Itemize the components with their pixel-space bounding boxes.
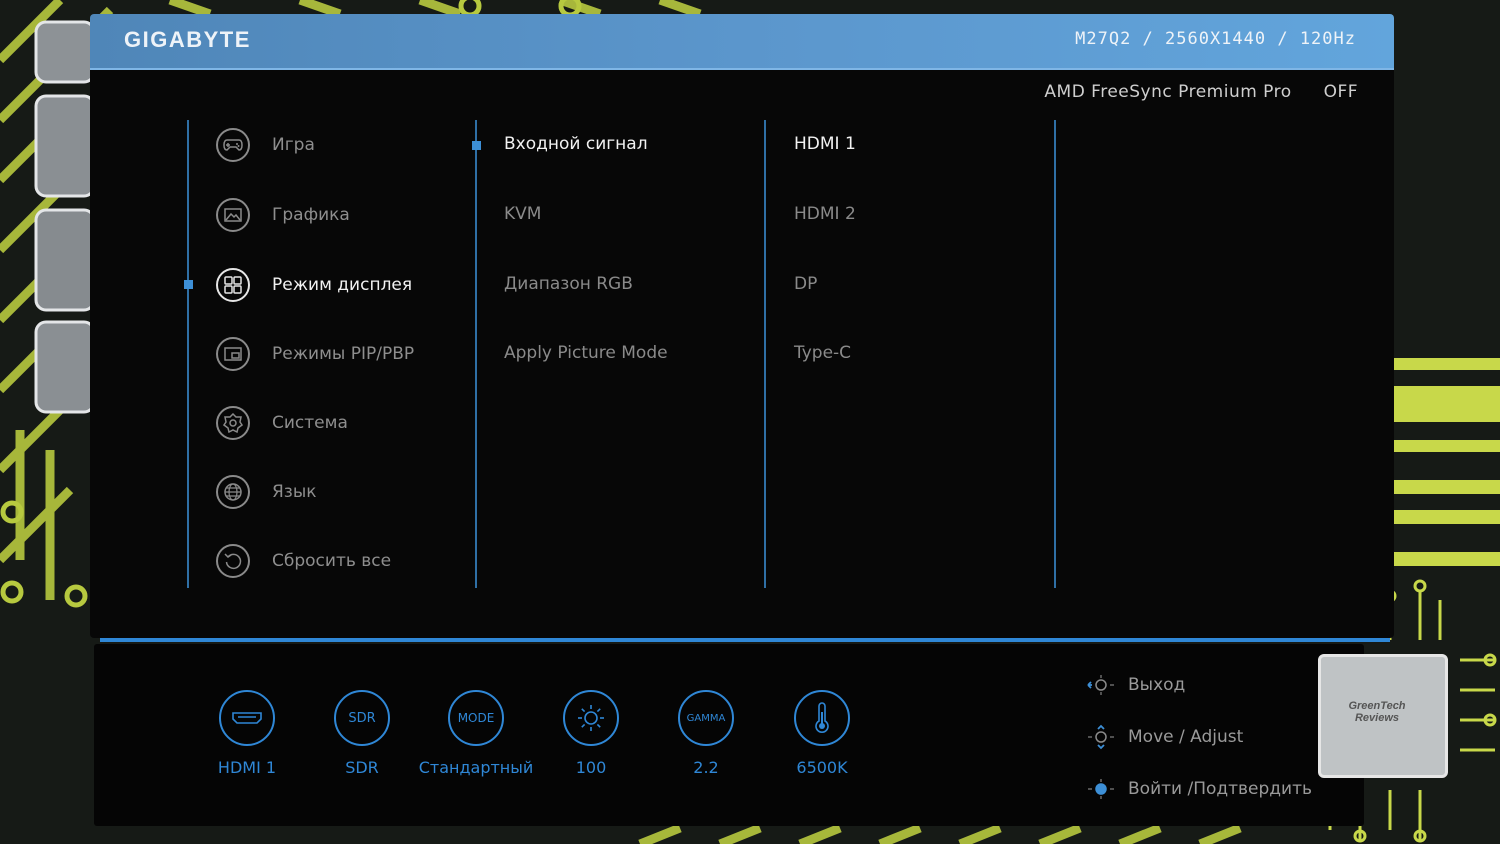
status-sdr-label: SDR (345, 758, 379, 777)
nav-hint-enter-confirm: Войти /Подтвердить (1086, 776, 1312, 802)
nav-hint-label: Войти /Подтвердить (1128, 779, 1313, 799)
model-info: M27Q2 / 2560X1440 / 120Hz (1075, 29, 1356, 49)
freesync-label: AMD FreeSync Premium Pro (1044, 82, 1292, 102)
menu-item-label: Сбросить все (272, 551, 392, 571)
column-divider (187, 120, 189, 588)
submenu-item-input-signal[interactable]: Входной сигнал (504, 134, 648, 154)
menu-item-reset-all[interactable]: Сбросить все (216, 544, 391, 578)
bottom-divider (100, 638, 1390, 642)
status-color-temp-label: 6500K (796, 758, 848, 777)
joystick-updown-icon (1088, 724, 1114, 750)
status-brightness: 100 (526, 690, 656, 777)
menu-item-pip-pbp[interactable]: Режимы PIP/PBP (216, 337, 414, 371)
submenu-selection-marker (472, 141, 481, 150)
thermometer-icon (794, 690, 850, 746)
status-picture-mode-label: Стандартный (418, 758, 534, 777)
brand-logo: GIGABYTE (124, 27, 251, 52)
pip-icon (216, 337, 250, 371)
freesync-status: AMD FreeSync Premium Pro OFF (1044, 82, 1358, 102)
osd-header: GIGABYTE M27Q2 / 2560X1440 / 120Hz (90, 14, 1394, 70)
submenu-item-kvm[interactable]: KVM (504, 204, 541, 224)
mode-icon: MODE (448, 690, 504, 746)
menu-item-label: Игра (272, 135, 315, 155)
status-brightness-label: 100 (575, 758, 607, 777)
joystick-left-icon (1087, 675, 1114, 695)
nav-hint-move-adjust: Move / Adjust (1086, 724, 1243, 750)
menu-item-language[interactable]: Язык (216, 475, 317, 509)
watermark-text: GreenTech Reviews (1348, 700, 1406, 724)
reset-icon (216, 544, 250, 578)
status-color-temp: 6500K (757, 690, 887, 777)
column-divider (764, 120, 766, 588)
option-type-c[interactable]: Type-C (794, 343, 851, 363)
status-gamma-label: 2.2 (693, 758, 719, 777)
status-gamma: GAMMA 2.2 (641, 690, 771, 777)
gamepad-icon (216, 128, 250, 162)
globe-icon (216, 475, 250, 509)
column-divider (1054, 120, 1056, 588)
status-picture-mode: MODE Стандартный (411, 690, 541, 777)
option-hdmi-2[interactable]: HDMI 2 (794, 204, 856, 224)
joystick-press-icon (1088, 779, 1114, 799)
menu-item-label: Режимы PIP/PBP (272, 344, 415, 364)
main-menu-selection-marker (184, 280, 193, 289)
column-divider (475, 120, 477, 588)
menu-item-graphics[interactable]: Графика (216, 198, 350, 232)
status-sdr: SDR SDR (297, 690, 427, 777)
menu-item-game[interactable]: Игра (216, 128, 315, 162)
gear-icon (216, 406, 250, 440)
sdr-icon: SDR (334, 690, 390, 746)
menu-item-label: Система (272, 413, 348, 433)
menu-item-label: Графика (272, 205, 350, 225)
menu-item-system[interactable]: Система (216, 406, 348, 440)
nav-hint-label: Выход (1128, 675, 1186, 695)
status-input: HDMI 1 (182, 690, 312, 777)
menu-item-display-mode[interactable]: Режим дисплея (216, 268, 412, 302)
option-dp[interactable]: DP (794, 274, 817, 294)
menu-item-label: Режим дисплея (272, 275, 413, 295)
osd-menu-panel: GIGABYTE M27Q2 / 2560X1440 / 120Hz AMD F… (90, 14, 1394, 638)
hdmi-icon (219, 690, 275, 746)
gamma-icon: GAMMA (678, 690, 734, 746)
option-hdmi-1[interactable]: HDMI 1 (794, 134, 856, 154)
nav-hint-label: Move / Adjust (1128, 727, 1244, 747)
status-bar: HDMI 1 SDR SDR MODE Стандартный 100 GAMM… (94, 644, 1364, 826)
freesync-value: OFF (1323, 82, 1358, 102)
status-input-label: HDMI 1 (217, 758, 277, 777)
picture-icon (216, 198, 250, 232)
submenu-item-apply-picture-mode[interactable]: Apply Picture Mode (504, 343, 668, 363)
display-mode-icon (216, 268, 250, 302)
nav-hint-exit: Выход (1086, 672, 1185, 698)
menu-item-label: Язык (272, 482, 317, 502)
submenu-item-rgb-range[interactable]: Диапазон RGB (504, 274, 633, 294)
brightness-icon (563, 690, 619, 746)
